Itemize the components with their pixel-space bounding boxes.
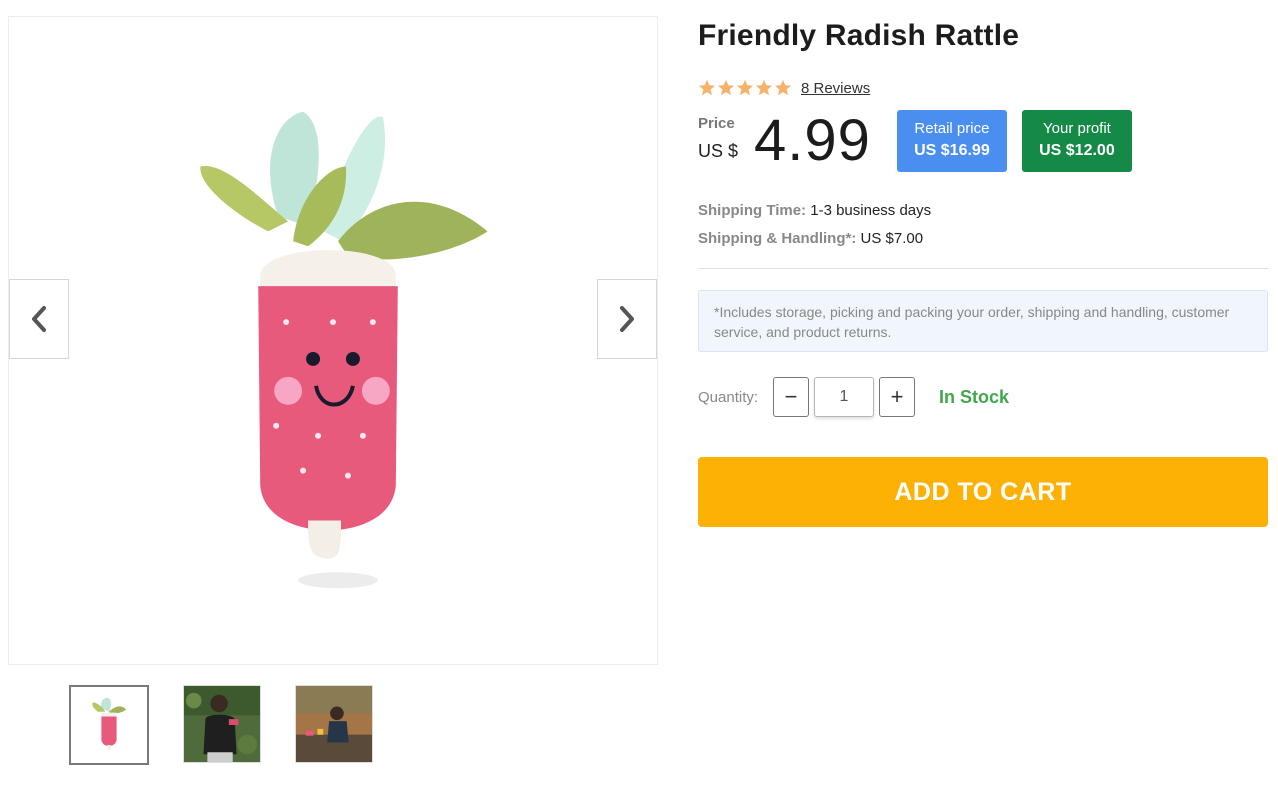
thumbnail-child-image bbox=[184, 686, 260, 762]
product-gallery bbox=[8, 16, 658, 665]
profit-value: US $12.00 bbox=[1039, 142, 1115, 159]
thumbnail-play-image bbox=[296, 686, 372, 762]
profit-badge: Your profit US $12.00 bbox=[1021, 110, 1132, 172]
thumbnail-2[interactable] bbox=[183, 685, 261, 763]
retail-price-title: Retail price bbox=[914, 120, 990, 137]
thumbnail-radish-image bbox=[71, 687, 147, 763]
shipping-time-value: 1-3 business days bbox=[810, 202, 932, 219]
chevron-left-icon bbox=[32, 306, 46, 332]
minus-icon: − bbox=[784, 384, 798, 409]
retail-price-badge: Retail price US $16.99 bbox=[896, 110, 1007, 172]
gallery-next-button[interactable] bbox=[597, 279, 657, 359]
product-main-image bbox=[200, 111, 488, 589]
shipping-note: *Includes storage, picking and packing y… bbox=[698, 290, 1268, 352]
rating-row: 8 Reviews bbox=[698, 77, 1268, 99]
thumbnail-strip bbox=[69, 685, 373, 765]
star-icon bbox=[755, 79, 773, 96]
price-row: Price US $ 4.99 Retail price US $16.99 Y… bbox=[698, 110, 1268, 176]
shipping-handling-row: Shipping & Handling*: US $7.00 bbox=[698, 225, 1268, 253]
stock-status: In Stock bbox=[939, 386, 1010, 407]
reviews-link[interactable]: 8 Reviews bbox=[801, 80, 870, 97]
divider bbox=[698, 268, 1268, 269]
star-icon bbox=[774, 79, 792, 96]
quantity-increase-button[interactable]: + bbox=[879, 377, 915, 417]
plus-icon: + bbox=[890, 384, 904, 409]
thumbnail-1[interactable] bbox=[69, 685, 149, 765]
quantity-row: Quantity: − + In Stock bbox=[698, 377, 1268, 417]
shipping-info: Shipping Time: 1-3 business days Shippin… bbox=[698, 197, 1268, 253]
star-rating bbox=[698, 79, 792, 97]
product-title: Friendly Radish Rattle bbox=[698, 19, 1020, 52]
retail-price-value: US $16.99 bbox=[914, 142, 990, 159]
shipping-time-label: Shipping Time: bbox=[698, 202, 807, 219]
price-label-group: Price US $ bbox=[698, 115, 738, 162]
quantity-input[interactable] bbox=[814, 377, 874, 417]
quantity-decrease-button[interactable]: − bbox=[773, 377, 809, 417]
shipping-handling-value: US $7.00 bbox=[860, 230, 924, 247]
star-icon bbox=[736, 79, 754, 96]
add-to-cart-button[interactable]: ADD TO CART bbox=[698, 457, 1268, 527]
shipping-handling-label: Shipping & Handling*: bbox=[698, 230, 857, 247]
shipping-time-row: Shipping Time: 1-3 business days bbox=[698, 197, 1268, 225]
price-label: Price bbox=[698, 115, 735, 132]
quantity-label: Quantity: bbox=[698, 388, 759, 406]
price-amount: 4.99 bbox=[754, 108, 871, 173]
gallery-prev-button[interactable] bbox=[9, 279, 69, 359]
star-icon bbox=[717, 79, 735, 96]
thumbnail-3[interactable] bbox=[295, 685, 373, 763]
profit-title: Your profit bbox=[1043, 120, 1111, 137]
price-currency: US $ bbox=[698, 141, 739, 161]
product-info: Friendly Radish Rattle 8 Reviews Price U… bbox=[698, 16, 1268, 527]
star-icon bbox=[698, 79, 716, 96]
chevron-right-icon bbox=[620, 306, 634, 332]
